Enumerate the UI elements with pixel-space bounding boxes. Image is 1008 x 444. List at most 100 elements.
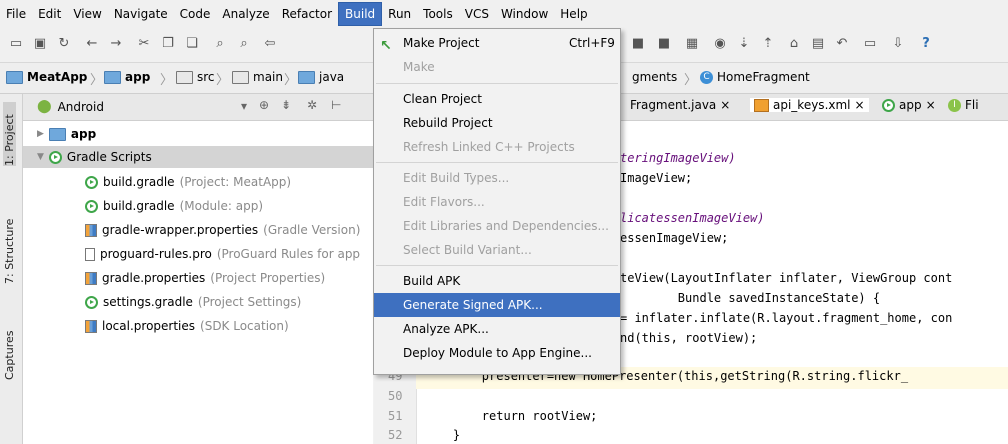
tree-item-gradle-wrapper-properties[interactable]: gradle-wrapper.properties (Gradle Versio… xyxy=(85,219,360,241)
menu-code[interactable]: Code xyxy=(174,3,217,25)
breadcrumb-item-meatapp[interactable]: MeatApp xyxy=(6,70,87,84)
navigate-back-icon[interactable]: ⇦ xyxy=(262,36,278,52)
hide-icon[interactable]: ⊢ xyxy=(331,98,341,112)
expand-arrow-icon[interactable]: ▶ xyxy=(37,123,44,145)
menu-refactor[interactable]: Refactor xyxy=(276,3,338,25)
line-number: 52 xyxy=(388,428,403,442)
menu-view[interactable]: View xyxy=(67,3,107,25)
sync-icon[interactable]: ↻ xyxy=(56,36,72,52)
gear-icon[interactable]: ✲ xyxy=(307,98,317,112)
help-icon[interactable]: ? xyxy=(918,36,934,52)
cut-icon[interactable]: ✂ xyxy=(136,36,152,52)
replace-icon[interactable]: ⌕ xyxy=(236,36,252,52)
menu-item-rebuild-project[interactable]: Rebuild Project xyxy=(374,111,620,135)
tab-app[interactable]: app × xyxy=(882,98,936,112)
tab-fragment-java[interactable]: Fragment.java × xyxy=(630,98,730,112)
tab-captures[interactable]: Captures xyxy=(3,324,16,380)
open-folder-icon[interactable]: ▭ xyxy=(8,36,24,52)
code-line: licatessenImageView) xyxy=(620,211,765,225)
revert-icon[interactable]: ↶ xyxy=(834,36,850,52)
menu-tools[interactable]: Tools xyxy=(417,3,459,25)
find-icon[interactable]: ⌕ xyxy=(212,36,228,52)
menu-item-clean-project[interactable]: Clean Project xyxy=(374,87,620,111)
chevron-right-icon: 〉 xyxy=(284,73,298,88)
class-icon: C xyxy=(700,70,713,84)
code-line: ImageView; xyxy=(620,171,693,185)
close-icon[interactable]: × xyxy=(720,98,730,112)
menu-item-deploy-app-engine[interactable]: Deploy Module to App Engine... xyxy=(374,341,620,365)
properties-file-icon xyxy=(85,223,97,237)
gradle-sync-icon[interactable]: ◉ xyxy=(712,36,728,52)
stop-icon-2[interactable]: ■ xyxy=(656,36,672,52)
gradle-icon xyxy=(48,150,62,164)
menu-item-build-apk[interactable]: Build APK xyxy=(374,269,620,293)
avd-manager-icon[interactable]: ▤ xyxy=(810,36,826,52)
line-number: 50 xyxy=(388,389,403,403)
collapse-arrow-icon[interactable]: ▼ xyxy=(37,146,44,168)
menu-file[interactable]: File xyxy=(0,3,32,25)
sdk-manager-icon[interactable]: ⇩ xyxy=(890,36,906,52)
breadcrumb-item-homefragment[interactable]: C HomeFragment xyxy=(700,70,810,84)
tree-item-build-gradle-module[interactable]: build.gradle (Module: app) xyxy=(85,195,263,217)
tree-item-build-gradle-project[interactable]: build.gradle (Project: MeatApp) xyxy=(85,171,291,193)
copy-icon[interactable]: ❐ xyxy=(160,36,176,52)
chevron-right-icon: 〉 xyxy=(684,73,698,88)
breadcrumb-item-java[interactable]: java xyxy=(298,70,344,84)
module-folder-icon xyxy=(104,70,121,84)
breadcrumb-item-app[interactable]: app xyxy=(104,70,150,84)
breadcrumb-item-src[interactable]: src xyxy=(176,70,215,84)
menu-help[interactable]: Help xyxy=(554,3,593,25)
dropdown-arrow-icon[interactable]: ▾ xyxy=(241,99,247,113)
menu-vcs[interactable]: VCS xyxy=(459,3,495,25)
tab-fli[interactable]: I Fli xyxy=(948,98,979,112)
breadcrumb-item-main[interactable]: main xyxy=(232,70,283,84)
tree-item-local-properties[interactable]: local.properties (SDK Location) xyxy=(85,315,289,337)
menu-build[interactable]: Build xyxy=(338,2,383,26)
code-line: } xyxy=(424,428,461,442)
chevron-right-icon: 〉 xyxy=(90,73,104,88)
tab-api-keys-xml[interactable]: api_keys.xml × xyxy=(750,98,869,112)
menu-item-edit-build-types: Edit Build Types... xyxy=(403,171,510,185)
view-selector[interactable]: ⬤ Android xyxy=(37,99,104,114)
code-line: teView(LayoutInflater inflater, ViewGrou… xyxy=(620,271,953,285)
tab-structure[interactable]: 7: Structure xyxy=(3,214,16,284)
tree-item-proguard-rules[interactable]: proguard-rules.pro (ProGuard Rules for a… xyxy=(85,243,360,265)
close-icon[interactable]: × xyxy=(926,98,936,112)
tree-item-app[interactable]: ▶ app xyxy=(37,123,96,145)
vcs-commit-icon[interactable]: ⇡ xyxy=(760,36,776,52)
stop-icon[interactable]: ■ xyxy=(630,36,646,52)
gradle-icon xyxy=(85,199,98,213)
vcs-update-icon[interactable]: ⇣ xyxy=(736,36,752,52)
properties-file-icon xyxy=(85,271,97,285)
forward-icon[interactable]: → xyxy=(108,36,124,52)
menu-separator xyxy=(376,265,618,266)
text-file-icon xyxy=(85,247,95,261)
back-icon[interactable]: ← xyxy=(84,36,100,52)
line-number: 51 xyxy=(388,409,403,423)
left-tool-strip: 1: Project 7: Structure Captures xyxy=(0,94,23,444)
save-icon[interactable]: ▣ xyxy=(32,36,48,52)
menu-window[interactable]: Window xyxy=(495,3,554,25)
menu-edit[interactable]: Edit xyxy=(32,3,67,25)
tab-project[interactable]: 1: Project xyxy=(3,102,16,166)
terminal-icon[interactable]: ▭ xyxy=(862,36,878,52)
close-icon[interactable]: × xyxy=(855,98,865,112)
tree-item-settings-gradle[interactable]: settings.gradle (Project Settings) xyxy=(85,291,301,313)
tree-item-gradle-properties[interactable]: gradle.properties (Project Properties) xyxy=(85,267,325,289)
menu-item-generate-signed-apk[interactable]: Generate Signed APK... xyxy=(374,293,620,317)
module-folder-icon xyxy=(48,127,66,141)
menu-item-make-project[interactable]: ↖ Make Project Ctrl+F9 xyxy=(374,31,620,55)
tree-item-gradle-scripts[interactable]: ▼ Gradle Scripts xyxy=(23,146,373,168)
menu-analyze[interactable]: Analyze xyxy=(216,3,275,25)
menu-run[interactable]: Run xyxy=(382,3,417,25)
scroll-from-source-icon[interactable]: ⊕ xyxy=(259,98,269,112)
menu-item-analyze-apk[interactable]: Analyze APK... xyxy=(374,317,620,341)
collapse-all-icon[interactable]: ⇟ xyxy=(281,98,291,112)
project-structure-icon[interactable]: ⌂ xyxy=(786,36,802,52)
menu-navigate[interactable]: Navigate xyxy=(108,3,174,25)
code-line: nd(this, rootView); xyxy=(620,331,758,345)
breadcrumb-item-fragments[interactable]: gments xyxy=(632,70,677,84)
chevron-right-icon: 〉 xyxy=(160,73,174,88)
attach-debugger-icon[interactable]: ▦ xyxy=(684,36,700,52)
paste-icon[interactable]: ❏ xyxy=(184,36,200,52)
